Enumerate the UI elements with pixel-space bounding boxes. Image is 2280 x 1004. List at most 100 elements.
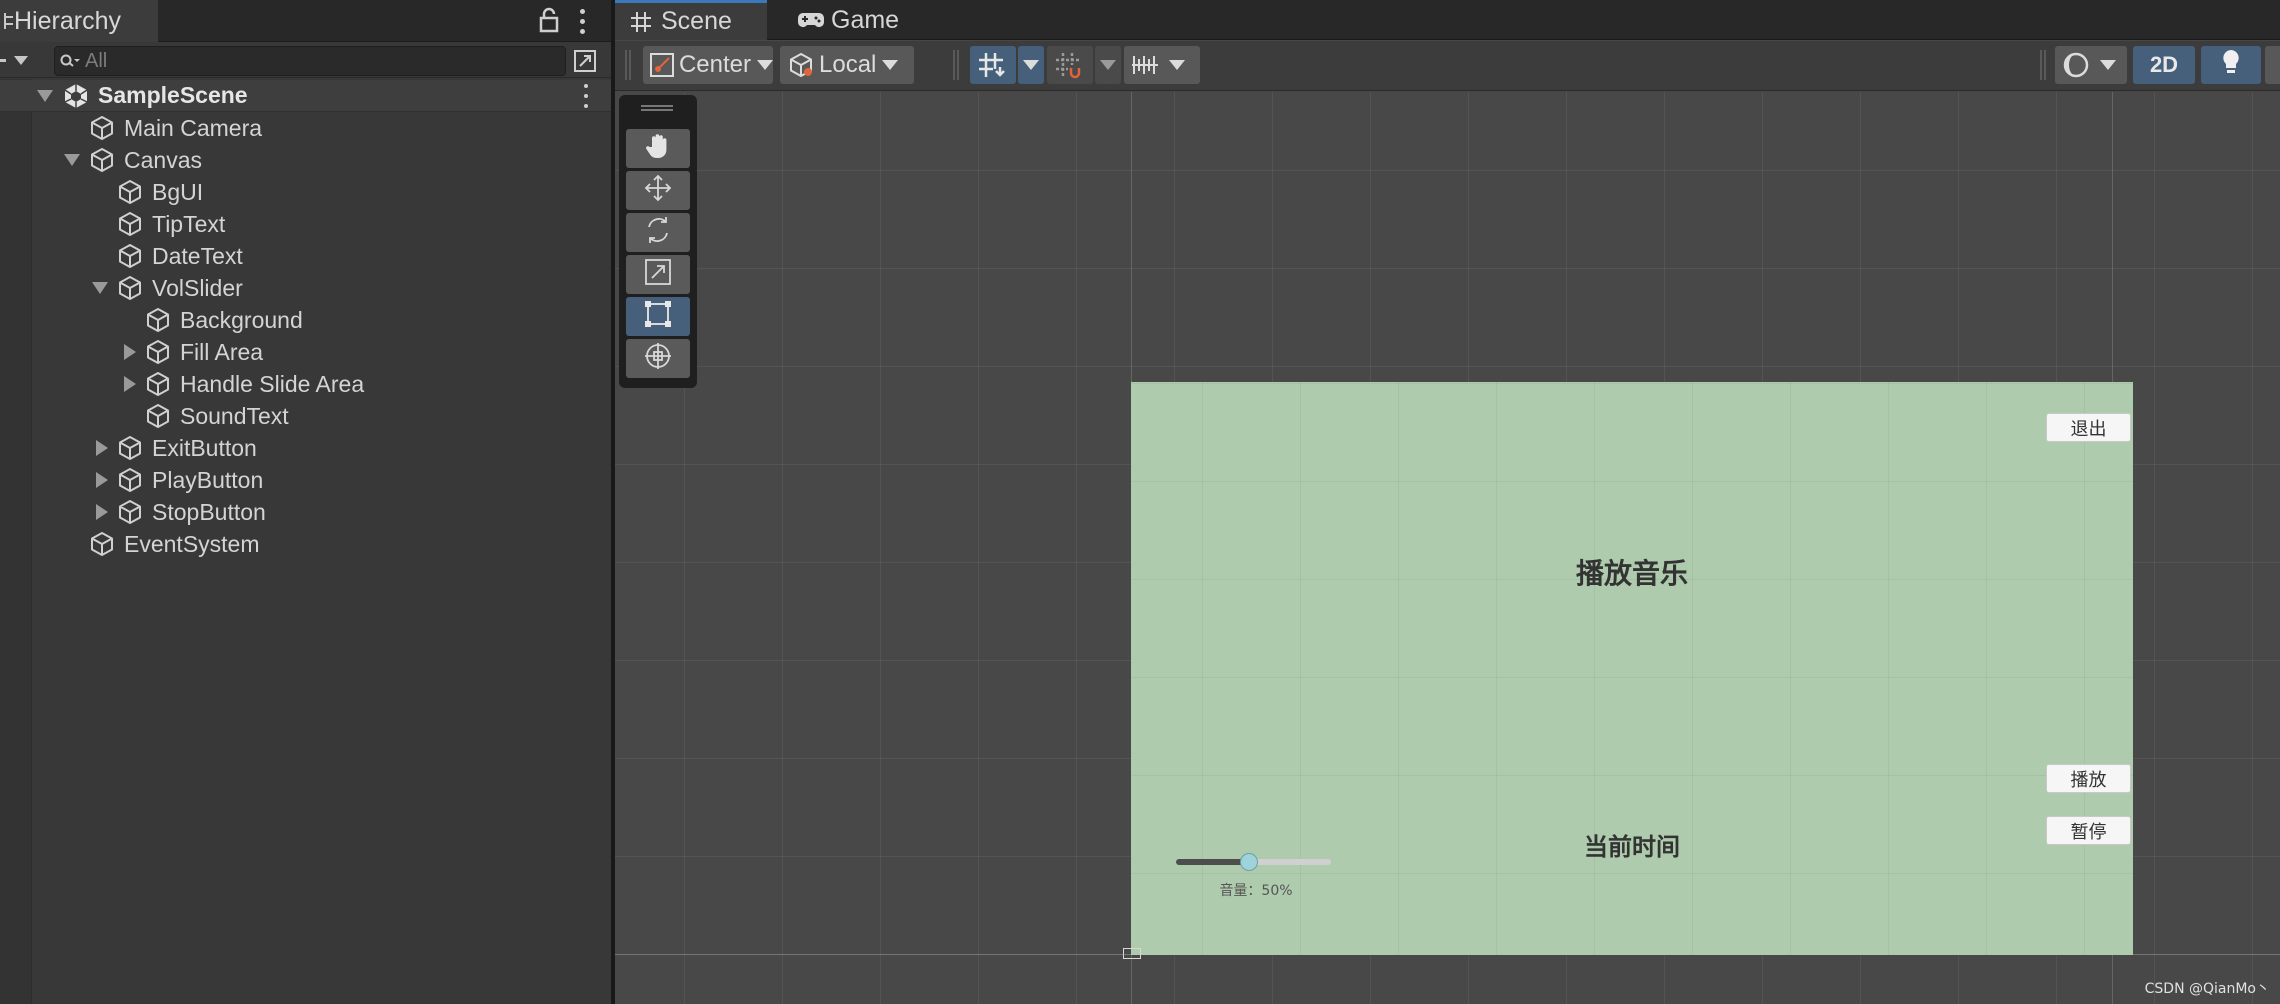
toolbar-grip — [2040, 50, 2046, 80]
snap-increment-toggle[interactable] — [1047, 46, 1093, 84]
tree-label: BgUI — [152, 178, 204, 205]
tab-scene[interactable]: Scene — [615, 0, 767, 40]
tree-row-background[interactable]: Background — [0, 304, 611, 336]
tree-label: PlayButton — [152, 466, 264, 493]
tree-row-eventsystem[interactable]: EventSystem — [0, 528, 611, 560]
toolbar-grip — [625, 50, 631, 80]
tree-row-volslider[interactable]: VolSlider — [0, 272, 611, 304]
tree-label: Background — [180, 306, 303, 333]
2d-mode-toggle[interactable]: 2D — [2133, 46, 2195, 84]
fold-open-icon[interactable] — [92, 280, 108, 296]
scene-toolbar: Center Local 2D — [615, 41, 2280, 91]
tree-label-samplescene: SampleScene — [98, 82, 248, 108]
tree-label: ExitButton — [152, 434, 257, 461]
chevron-down-icon — [2100, 60, 2116, 70]
play-button[interactable]: 播放 — [2046, 764, 2131, 793]
local-cube-icon — [786, 50, 816, 80]
audio-toggle[interactable] — [2265, 46, 2280, 84]
tree-row-exitbutton[interactable]: ExitButton — [0, 432, 611, 464]
toolbar-grip — [953, 50, 959, 80]
chevron-down-icon — [1023, 60, 1039, 70]
gameobject-cube-icon — [116, 242, 144, 270]
fold-closed-icon[interactable] — [122, 376, 138, 392]
tree-row-main-camera[interactable]: Main Camera — [0, 112, 611, 144]
tree-label: SoundText — [180, 402, 289, 429]
tree-row-fill-area[interactable]: Fill Area — [0, 336, 611, 368]
tree-row-handle-slide-area[interactable]: Handle Slide Area — [0, 368, 611, 400]
gamepad-icon — [797, 6, 825, 34]
search-icon — [55, 47, 85, 75]
scene-view[interactable]: 播放音乐 退出 播放 暂停 当前时间 音量：50% CSDN @QianMo丶 — [615, 92, 2280, 1004]
overlay-drag-handle[interactable] — [641, 105, 673, 111]
gameobject-cube-icon — [88, 146, 116, 174]
fold-closed-icon[interactable] — [94, 504, 110, 520]
tree-row-stopbutton[interactable]: StopButton — [0, 496, 611, 528]
grid-snap-icon — [1053, 50, 1083, 80]
grid-icon — [976, 50, 1006, 80]
hierarchy-menu-icon[interactable] — [574, 6, 590, 36]
shading-sphere-icon — [2061, 50, 2091, 80]
lock-icon[interactable] — [538, 7, 560, 33]
increment-snap-dropdown[interactable] — [1124, 46, 1200, 84]
fold-closed-icon[interactable] — [94, 472, 110, 488]
gameobject-cube-icon — [116, 466, 144, 494]
tree-row-samplescene[interactable]: SampleScene — [0, 80, 611, 112]
hand-icon — [643, 131, 673, 166]
scene-menu-icon[interactable] — [580, 84, 592, 108]
tab-scene-label: Scene — [661, 7, 732, 35]
tab-hierarchy[interactable]: Hierarchy — [0, 0, 158, 42]
hand-tool[interactable] — [626, 129, 690, 168]
tree-row-bgui[interactable]: BgUI — [0, 176, 611, 208]
tree-row-playbutton[interactable]: PlayButton — [0, 464, 611, 496]
gameobject-cube-icon — [88, 530, 116, 558]
canvas-pivot-handle[interactable] — [1123, 948, 1141, 959]
tree-label: VolSlider — [152, 274, 243, 301]
snap-options-dropdown[interactable] — [1095, 46, 1121, 84]
fold-closed-icon[interactable] — [94, 440, 110, 456]
rotate-icon — [643, 215, 673, 250]
hierarchy-search-box[interactable] — [54, 46, 566, 76]
exit-button[interactable]: 退出 — [2046, 413, 2131, 442]
slider-handle[interactable] — [1239, 853, 1258, 871]
move-tool[interactable] — [626, 171, 690, 210]
transform-tool[interactable] — [626, 339, 690, 378]
tree-row-canvas[interactable]: Canvas — [0, 144, 611, 176]
pivot-rotation-dropdown[interactable]: Local — [780, 46, 914, 84]
gameobject-cube-icon — [116, 178, 144, 206]
tree-row-datetext[interactable]: DateText — [0, 240, 611, 272]
grid-options-dropdown[interactable] — [1018, 46, 1044, 84]
search-input[interactable] — [85, 49, 535, 73]
chevron-down-icon — [757, 60, 773, 70]
rect-tool[interactable] — [626, 297, 690, 336]
gameobject-cube-icon — [144, 402, 172, 430]
chevron-down-icon — [14, 55, 28, 65]
rotate-tool[interactable] — [626, 213, 690, 252]
create-dropdown-button[interactable] — [0, 47, 36, 73]
gameobject-cube-icon — [144, 306, 172, 334]
scene-tab-bar: Scene Game — [615, 0, 2280, 40]
ui-canvas-preview[interactable]: 播放音乐 退出 播放 暂停 当前时间 音量：50% — [1131, 382, 2133, 955]
tools-overlay — [619, 95, 697, 388]
plus-icon — [0, 58, 6, 62]
ruler-icon — [1130, 50, 1160, 80]
fold-open-icon[interactable] — [37, 88, 53, 104]
hierarchy-list-icon — [0, 0, 14, 42]
tree-label: DateText — [152, 242, 243, 269]
scale-tool[interactable] — [626, 255, 690, 294]
tree-row-tiptext[interactable]: TipText — [0, 208, 611, 240]
hierarchy-panel: Hierarchy Sample — [0, 0, 611, 1004]
tree-label: Canvas — [124, 146, 202, 173]
tree-row-soundtext[interactable]: SoundText — [0, 400, 611, 432]
gameobject-cube-icon — [116, 274, 144, 302]
volume-slider[interactable] — [1176, 853, 1331, 871]
fold-open-icon[interactable] — [64, 152, 80, 168]
fold-closed-icon[interactable] — [122, 344, 138, 360]
pivot-mode-dropdown[interactable]: Center — [643, 46, 773, 84]
tab-game-label: Game — [831, 5, 900, 34]
grid-visibility-toggle[interactable] — [970, 46, 1016, 84]
scene-panel: Scene Game Center Local 2D 播放音乐 退出 播放 暂停… — [615, 0, 2280, 1004]
tab-game[interactable]: Game — [775, 0, 899, 40]
draw-mode-dropdown[interactable] — [2055, 46, 2127, 84]
scene-lighting-toggle[interactable] — [2201, 46, 2261, 84]
scene-visibility-icon[interactable] — [572, 48, 598, 74]
